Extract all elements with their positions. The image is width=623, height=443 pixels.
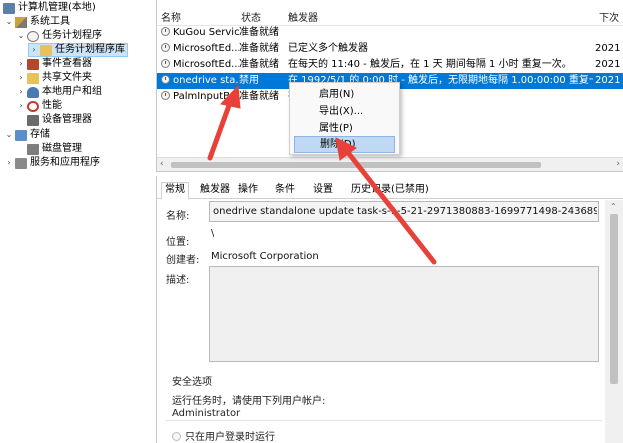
name-value: onedrive standalone update task-s-1-5-21… [213,206,597,217]
chevron-right-icon[interactable]: › [16,71,26,85]
scroll-up-icon[interactable]: ⌃ [610,202,617,211]
chevron-down-icon[interactable]: ⌄ [16,29,26,43]
list-header: 名称 状态 触发器 下次 [157,0,623,26]
column-next-run[interactable]: 下次 [599,9,619,24]
chevron-right-icon[interactable]: › [16,57,26,71]
users-icon [27,86,39,98]
chevron-right-icon[interactable]: › [4,156,14,170]
scroll-left-icon[interactable]: ‹ [160,159,164,169]
tree-disk-management[interactable]: 磁盘管理 [26,142,82,156]
author-value: Microsoft Corporation [211,251,319,262]
location-value: \ [211,228,215,239]
folder-icon [40,44,52,56]
menu-item-export[interactable]: 导出(X)... [294,103,395,120]
tools-icon [15,16,27,28]
column-status[interactable]: 状态 [241,9,261,24]
services-icon [15,157,27,169]
divider [166,420,602,421]
scrollbar-thumb[interactable] [610,214,618,384]
location-label: 位置: [166,237,190,248]
clock-icon [161,43,170,52]
menu-item-enable[interactable]: 启用(N) [294,86,395,103]
vertical-scrollbar[interactable]: ⌃ [605,200,623,443]
computer-icon [3,2,15,14]
tree-task-scheduler[interactable]: ⌄ 任务计划程序 [16,29,102,43]
tab-general[interactable]: 常规 [161,182,189,200]
clock-icon [161,75,170,84]
storage-icon [15,129,27,141]
tab-triggers[interactable]: 触发器 [197,183,233,199]
chevron-right-icon[interactable]: › [29,43,39,57]
table-row[interactable]: MicrosoftEd... 准备就绪 已定义多个触发器 2021 [157,41,623,57]
table-row[interactable]: KuGou Servic... 准备就绪 [157,25,623,41]
tree-services[interactable]: › 服务和应用程序 [4,156,100,170]
name-label: 名称: [166,211,190,222]
security-options-title: 安全选项 [172,377,212,388]
event-viewer-icon [27,58,39,70]
tab-actions[interactable]: 操作 [235,183,261,199]
tree-event-viewer[interactable]: › 事件查看器 [16,57,92,71]
tree-shared-folders[interactable]: › 共享文件夹 [16,71,92,85]
description-label: 描述: [166,275,190,286]
tree-task-library[interactable]: › 任务计划程序库 [28,43,128,57]
chevron-right-icon[interactable]: › [16,99,26,113]
run-as-user: Administrator [172,408,241,419]
tree-device-manager[interactable]: 设备管理器 [26,113,92,127]
details-tabs: 常规 触发器 操作 条件 设置 历史记录(已禁用) [157,181,623,200]
navigation-tree: 计算机管理(本地) ⌄ 系统工具 ⌄ 任务计划程序 › 任务计划程序库 › 事件… [0,0,150,443]
tab-history[interactable]: 历史记录(已禁用) [348,183,432,199]
disk-icon [27,143,39,155]
scrollbar-thumb[interactable] [171,162,541,168]
radio-logged-on[interactable]: 只在用户登录时运行 [172,428,275,443]
clock-icon [161,27,170,36]
tree-performance[interactable]: › 性能 [16,99,62,113]
author-label: 创建者: [166,255,200,266]
description-field[interactable] [209,266,599,362]
tree-storage[interactable]: ⌄ 存储 [4,128,50,142]
task-details-panel: 常规 触发器 操作 条件 设置 历史记录(已禁用) 名称: onedrive s… [156,176,623,443]
context-menu: 启用(N) 导出(X)... 属性(P) 删除(D) [289,82,400,155]
no-entry-icon [27,100,39,112]
tab-settings[interactable]: 设置 [310,183,336,199]
chevron-down-icon[interactable]: ⌄ [4,15,14,29]
tree-local-users[interactable]: › 本地用户和组 [16,85,102,99]
shared-folder-icon [27,72,39,84]
run-as-text: 运行任务时，请使用下列用户帐户: [172,396,326,407]
clock-icon [27,30,39,42]
device-manager-icon [27,114,39,126]
clock-icon [161,59,170,68]
table-row[interactable]: MicrosoftEd... 准备就绪 在每天的 11:40 - 触发后，在 1… [157,57,623,73]
tree-system-tools[interactable]: ⌄ 系统工具 [4,15,70,29]
column-triggers[interactable]: 触发器 [288,9,318,24]
scroll-right-icon[interactable]: › [616,159,620,169]
clock-icon [161,91,170,100]
menu-item-properties[interactable]: 属性(P) [294,120,395,137]
tab-conditions[interactable]: 条件 [272,183,298,199]
menu-item-delete[interactable]: 删除(D) [294,136,395,153]
chevron-down-icon[interactable]: ⌄ [4,128,14,142]
tree-root[interactable]: 计算机管理(本地) [2,1,96,15]
column-name[interactable]: 名称 [161,9,181,24]
chevron-right-icon[interactable]: › [16,85,26,99]
horizontal-scrollbar[interactable]: ‹ › [157,157,623,171]
radio-button-icon[interactable] [172,432,181,441]
